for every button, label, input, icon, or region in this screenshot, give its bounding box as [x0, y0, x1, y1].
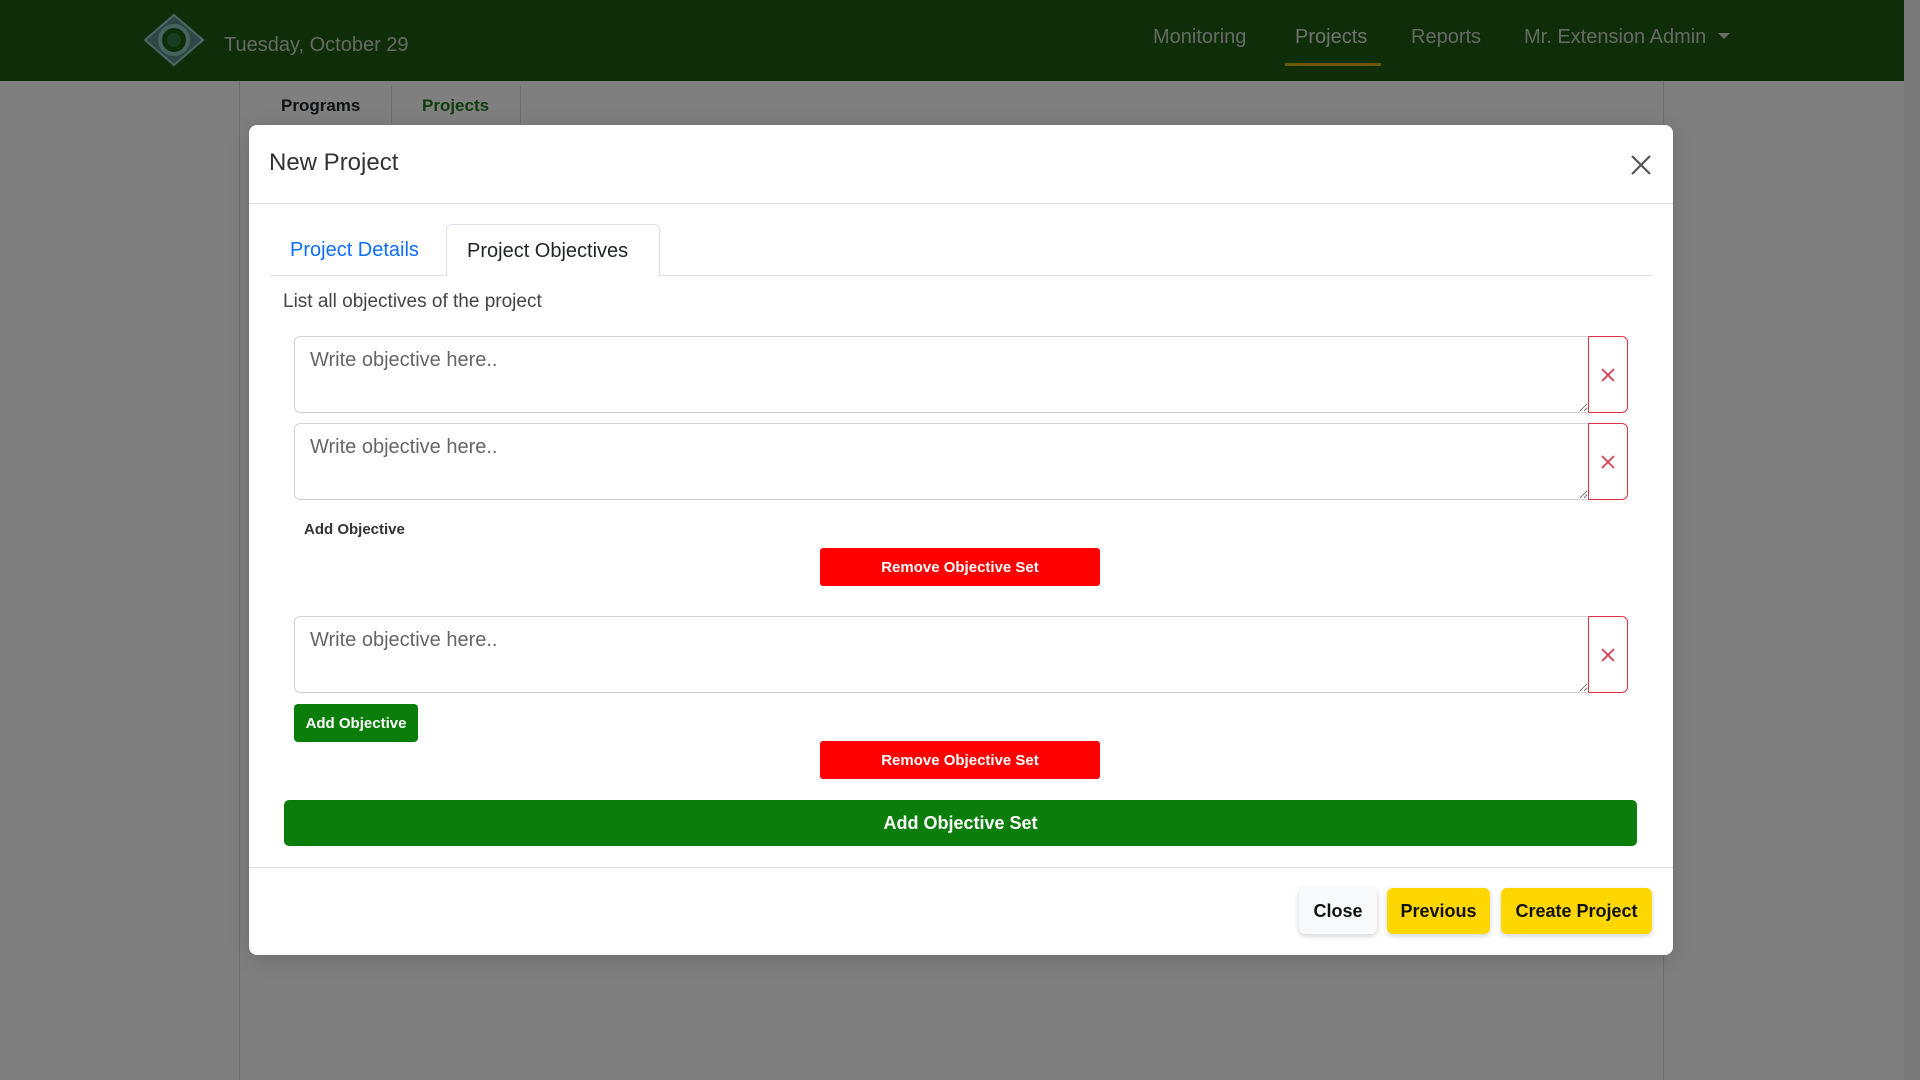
x-icon	[1601, 454, 1615, 469]
modal-tabs: Project Details Project Objectives	[270, 224, 1652, 277]
close-button[interactable]: Close	[1299, 888, 1377, 934]
remove-objective-set-button[interactable]: Remove Objective Set	[820, 548, 1100, 586]
modal-title: New Project	[269, 149, 399, 176]
close-icon[interactable]	[1627, 151, 1655, 179]
objective-row	[294, 423, 1628, 500]
x-icon	[1601, 647, 1615, 662]
add-objective-button[interactable]: Add Objective	[304, 521, 405, 538]
create-project-button[interactable]: Create Project	[1501, 888, 1652, 934]
modal-footer: Close Previous Create Project	[249, 867, 1673, 955]
objectives-instructions: List all objectives of the project	[283, 291, 542, 312]
add-objective-button[interactable]: Add Objective	[294, 704, 418, 742]
tab-project-details[interactable]: Project Details	[270, 224, 439, 277]
add-objective-set-button[interactable]: Add Objective Set	[284, 800, 1637, 846]
previous-button[interactable]: Previous	[1387, 888, 1490, 934]
objective-input[interactable]	[294, 616, 1589, 693]
tab-project-objectives[interactable]: Project Objectives	[446, 224, 660, 277]
remove-objective-button[interactable]	[1588, 616, 1628, 693]
remove-objective-set-button[interactable]: Remove Objective Set	[820, 741, 1100, 779]
modal-header: New Project	[249, 125, 1673, 204]
objective-input[interactable]	[294, 423, 1589, 500]
objective-input[interactable]	[294, 336, 1589, 413]
objective-row	[294, 336, 1628, 413]
new-project-modal: New Project Project Details Project Obje…	[249, 125, 1673, 955]
objective-row	[294, 616, 1628, 693]
x-icon	[1601, 367, 1615, 382]
remove-objective-button[interactable]	[1588, 336, 1628, 413]
remove-objective-button[interactable]	[1588, 423, 1628, 500]
